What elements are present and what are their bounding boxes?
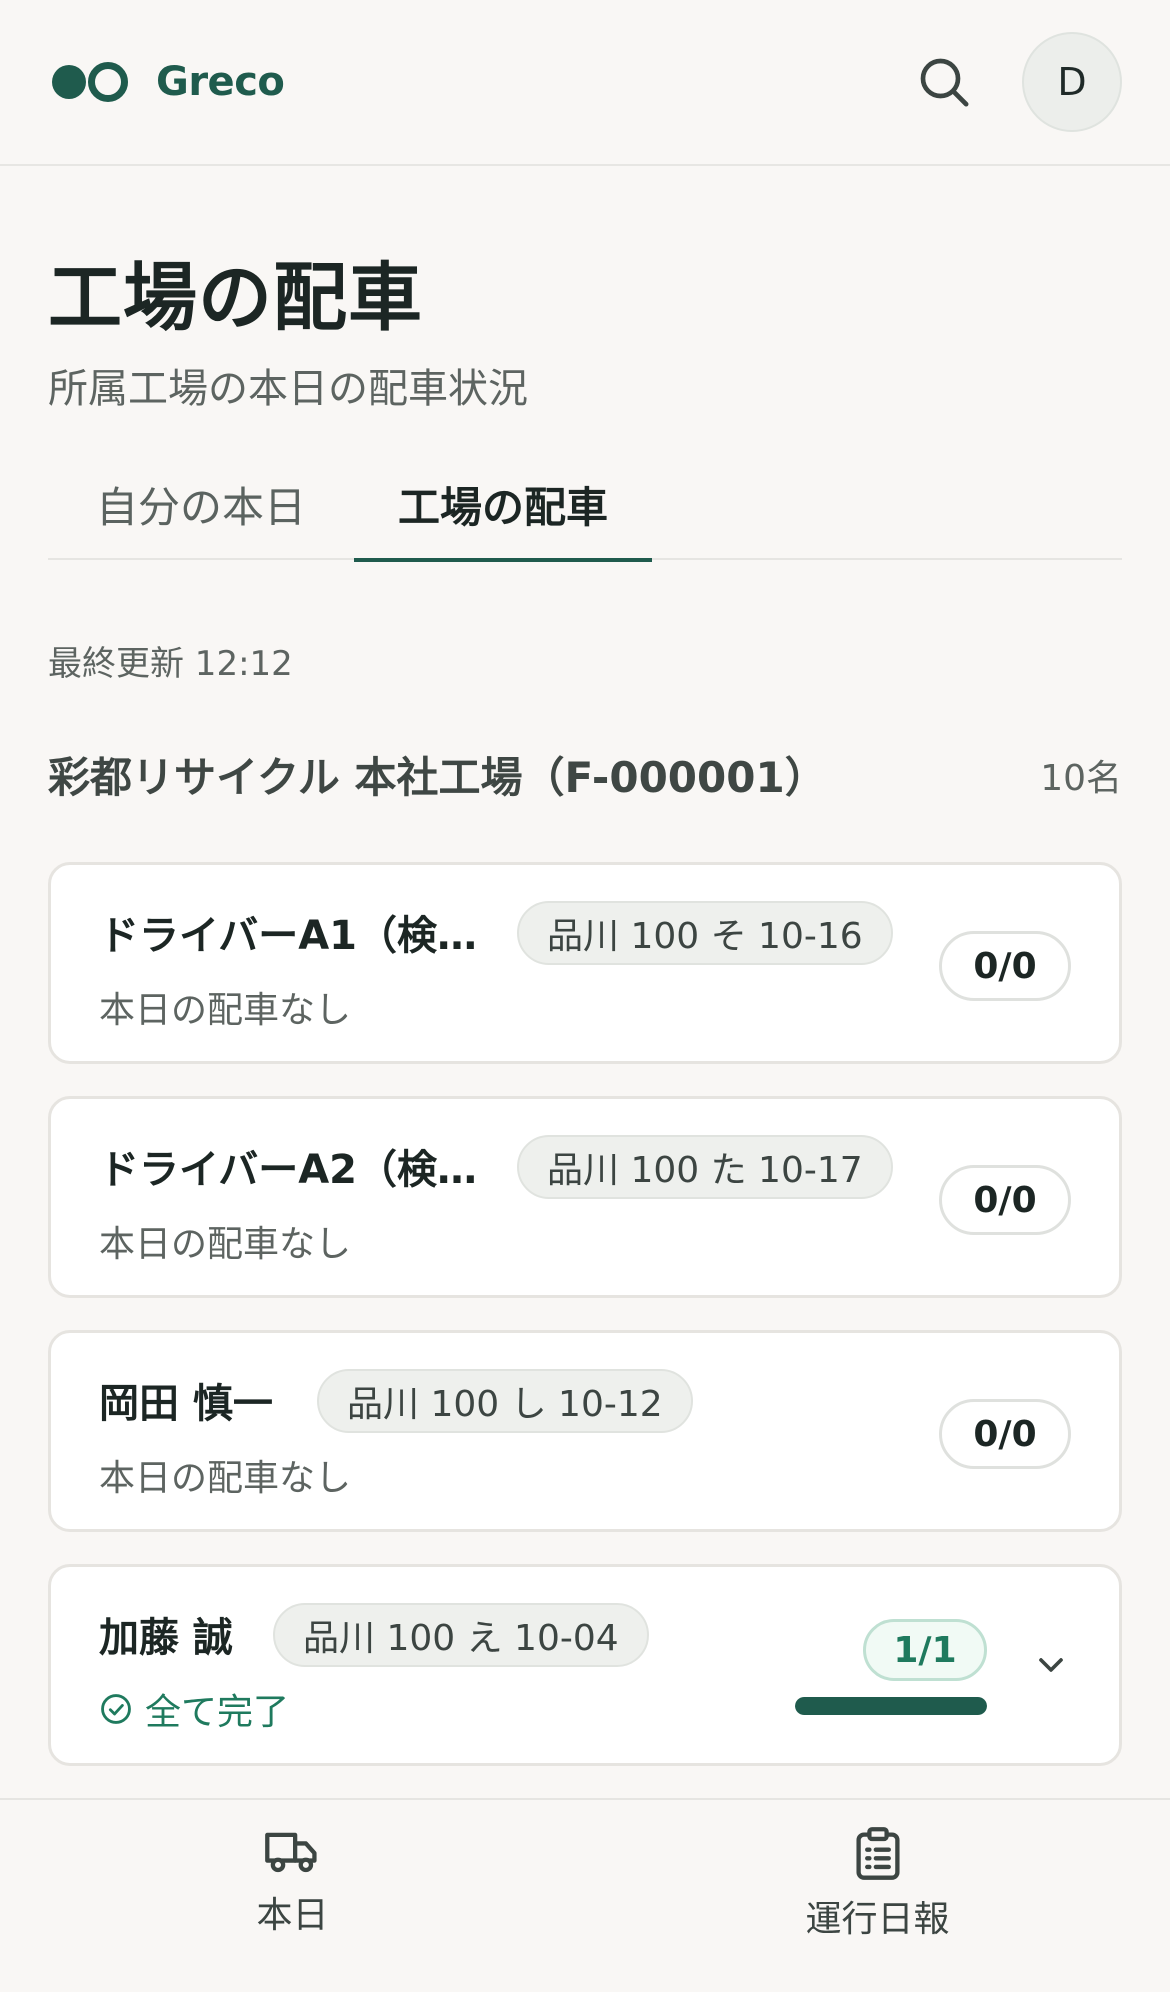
truck-icon (264, 1832, 317, 1873)
factory-header: 彩都リサイクル 本社工場（F-000001） 10名 (48, 744, 1122, 805)
chevron-down-icon (1039, 1658, 1063, 1672)
dispatch-progress-bar (795, 1697, 987, 1715)
vehicle-plate-badge: 品川 100 し 10-12 (317, 1369, 693, 1433)
nav-label: 運行日報 (805, 1899, 950, 1940)
factory-name: 彩都リサイクル 本社工場（F-000001） (48, 753, 827, 802)
vehicle-plate-badge: 品川 100 え 10-04 (273, 1603, 649, 1667)
dispatch-count-badge: 1/1 (863, 1619, 987, 1681)
driver-status: 全て完了 (99, 1683, 289, 1735)
driver-card-expandable[interactable]: 加藤 誠 品川 100 え 10-04 全て完了 1/1 (48, 1564, 1122, 1766)
check-circle-icon (101, 1694, 131, 1724)
user-avatar-button[interactable]: D (1022, 32, 1122, 132)
app-root: Greco D 工場の配車 所属工場の本日の配車状況 自分の本日 工場の配車 最… (0, 0, 1170, 1992)
nav-item-today[interactable]: 本日 (0, 1800, 585, 1992)
driver-status: 本日の配車なし (99, 1449, 351, 1501)
factory-member-count: 10名 (1040, 757, 1122, 799)
page-subtitle: 所属工場の本日の配車状況 (48, 366, 528, 412)
app-header: Greco D (0, 0, 1170, 166)
tab-my-today[interactable]: 自分の本日 (48, 448, 354, 560)
greco-logo-icon (52, 60, 130, 104)
search-icon (920, 58, 969, 107)
clipboard-icon (855, 1827, 900, 1880)
search-button[interactable] (914, 52, 974, 112)
driver-status-text: 本日の配車なし (99, 1458, 352, 1499)
tab-factory-dispatch[interactable]: 工場の配車 (354, 448, 652, 562)
driver-card[interactable]: ドライバーA2（検… 品川 100 た 10-17 本日の配車なし 0/0 (48, 1096, 1122, 1298)
expand-button[interactable] (1031, 1645, 1071, 1685)
vehicle-plate-badge: 品川 100 た 10-17 (517, 1135, 893, 1199)
driver-card[interactable]: 岡田 慎一 品川 100 し 10-12 本日の配車なし 0/0 (48, 1330, 1122, 1532)
driver-card[interactable]: ドライバーA1（検証… 品川 100 そ 10-16 本日の配車なし 0/0 (48, 862, 1122, 1064)
last-updated-text: 最終更新 12:12 (48, 644, 293, 684)
driver-status: 本日の配車なし (99, 1215, 351, 1267)
driver-status-text: 本日の配車なし (99, 990, 352, 1031)
driver-name: ドライバーA2（検… (99, 1147, 477, 1193)
driver-status-text: 全て完了 (145, 1692, 290, 1733)
brand-name: Greco (156, 59, 285, 105)
driver-status-text: 本日の配車なし (99, 1224, 352, 1265)
page-title: 工場の配車 (48, 255, 423, 341)
tab-bar: 自分の本日 工場の配車 (48, 448, 1122, 562)
nav-item-daily-report[interactable]: 運行日報 (585, 1800, 1170, 1992)
vehicle-plate-badge: 品川 100 そ 10-16 (517, 901, 893, 965)
dispatch-count-badge: 0/0 (939, 1165, 1071, 1235)
brand[interactable]: Greco (52, 59, 285, 105)
driver-name: 加藤 誠 (99, 1615, 233, 1661)
driver-name: 岡田 慎一 (99, 1381, 273, 1427)
driver-status: 本日の配車なし (99, 981, 351, 1033)
bottom-navigation: 本日 運行日報 (0, 1798, 1170, 1992)
driver-name: ドライバーA1（検証… (99, 913, 489, 959)
nav-label: 本日 (256, 1895, 329, 1936)
dispatch-progress-fill (795, 1697, 987, 1715)
dispatch-count-badge: 0/0 (939, 931, 1071, 1001)
dispatch-count-badge: 0/0 (939, 1399, 1071, 1469)
